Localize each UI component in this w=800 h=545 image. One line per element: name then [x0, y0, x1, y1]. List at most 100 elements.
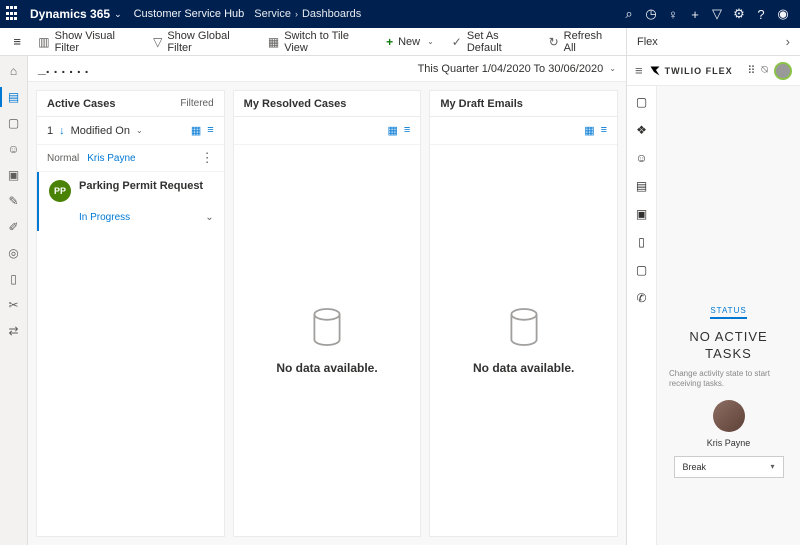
chevron-down-icon: ⌄ [609, 64, 616, 73]
expand-chevron-icon[interactable]: › [786, 34, 790, 49]
nav-image-icon[interactable]: ▣ [634, 206, 650, 222]
nav-stats-icon[interactable]: ▤ [634, 178, 650, 194]
set-default-button[interactable]: ✓ Set As Default [444, 30, 539, 54]
view-grid-icon[interactable]: ▦ [584, 124, 594, 137]
nav-clipboard-icon[interactable]: ▢ [5, 114, 23, 132]
breadcrumb-service[interactable]: Service [254, 8, 291, 20]
view-grid-icon[interactable]: ▦ [388, 124, 398, 137]
hamburger-icon[interactable]: ≡ [635, 63, 643, 78]
lightbulb-icon[interactable]: ♀ [662, 3, 684, 25]
hamburger-icon[interactable]: ≡ [6, 30, 28, 54]
agent-avatar [713, 400, 745, 432]
nav-edit-icon[interactable]: ✐ [5, 218, 23, 236]
nav-graph-icon[interactable]: ✎ [5, 192, 23, 210]
resolved-cases-sub: ▦ ≡ [234, 117, 421, 145]
nav-book-icon[interactable]: ▯ [5, 270, 23, 288]
search-icon[interactable]: ⌕ [618, 3, 640, 25]
help-icon[interactable]: ? [750, 3, 772, 25]
mic-icon[interactable]: ⍉ [761, 64, 768, 77]
check-icon: ✓ [452, 35, 462, 49]
view-list-icon[interactable]: ≡ [404, 124, 410, 137]
no-tasks-heading: NO ACTIVE TASKS [665, 329, 792, 363]
owner-link[interactable]: Kris Payne [87, 153, 135, 164]
view-list-icon[interactable]: ≡ [601, 124, 607, 137]
twilio-body: ▢ ❖ ☺ ▤ ▣ ▯ ▢ ✆ STATUS NO ACTIVE TASKS C… [627, 86, 800, 545]
settings-gear-icon[interactable]: ⚙ [728, 3, 750, 25]
resolved-cases-header: My Resolved Cases [234, 91, 421, 117]
active-cases-sort: 1 ↓ Modified On ⌄ ▦ ≡ [37, 117, 224, 145]
view-grid-icon[interactable]: ▦ [191, 124, 201, 137]
dialpad-icon[interactable]: ⠿ [747, 64, 755, 77]
tile-icon: ▦ [268, 35, 279, 49]
nav-note-icon[interactable]: ▢ [634, 262, 650, 278]
default-label: Set As Default [467, 30, 531, 54]
activity-state-select[interactable]: Break ▾ [674, 456, 784, 478]
nav-switch-icon[interactable]: ⇄ [5, 322, 23, 340]
brand-chevron-icon[interactable]: ⌄ [114, 9, 122, 20]
global-header: Dynamics 365 ⌄ Customer Service Hub Serv… [0, 0, 800, 28]
user-icon[interactable]: ◉ [772, 3, 794, 25]
add-icon[interactable]: + [684, 3, 706, 25]
nav-contact-icon[interactable]: ☺ [5, 140, 23, 158]
twilio-logo: TWILIO FLEX [649, 65, 733, 77]
col-title: Active Cases [47, 98, 116, 110]
nav-bookmark-icon[interactable]: ▣ [5, 166, 23, 184]
date-range-bar[interactable]: This Quarter 1/04/2020 To 30/06/2020 ⌄ [28, 56, 626, 82]
case-item[interactable]: PP Parking Permit Request [37, 172, 224, 206]
col-title: My Resolved Cases [244, 98, 347, 110]
empty-state: No data available. [430, 145, 617, 536]
empty-text: No data available. [473, 361, 574, 375]
chevron-down-icon[interactable]: ⌄ [205, 212, 213, 223]
switch-tile-button[interactable]: ▦Switch to Tile View [260, 30, 376, 54]
show-visual-filter-button[interactable]: ▥Show Visual Filter [30, 30, 143, 54]
empty-text: No data available. [276, 361, 377, 375]
refresh-button[interactable]: ↻Refresh All [541, 30, 620, 54]
database-icon [506, 307, 542, 347]
filtered-badge[interactable]: Filtered [180, 98, 213, 109]
nav-tools-icon[interactable]: ✂ [5, 296, 23, 314]
main-area: ⌂ ▤ ▢ ☺ ▣ ✎ ✐ ◎ ▯ ✂ ⇄ _. . . . . . This … [0, 56, 800, 545]
nav-home-icon[interactable]: ⌂ [5, 62, 23, 80]
chevron-down-icon[interactable]: ⌄ [136, 126, 143, 135]
case-meta-row: Normal Kris Payne ⋮ [37, 145, 224, 172]
show-global-filter-button[interactable]: ▽ Show Global Filter [145, 30, 258, 54]
more-icon[interactable]: ⋮ [201, 150, 214, 166]
nav-globe-icon[interactable]: ◎ [5, 244, 23, 262]
new-button[interactable]: +New⌄ [378, 30, 442, 54]
case-badge: PP [49, 180, 71, 202]
user-avatar[interactable] [774, 62, 792, 80]
draft-emails-column: My Draft Emails ▦ ≡ No data available. [429, 90, 618, 537]
priority-label: Normal [47, 153, 79, 164]
nav-doc-icon[interactable]: ▯ [634, 234, 650, 250]
nav-dashboard-icon[interactable]: ▤ [5, 88, 23, 106]
page-title-partial: _. . . . . . [38, 60, 89, 76]
empty-state: No data available. [234, 145, 421, 536]
filter-icon[interactable]: ▽ [706, 3, 728, 25]
case-title: Parking Permit Request [79, 180, 203, 192]
flex-header-label: Flex [637, 36, 658, 48]
twilio-bar: ≡ TWILIO FLEX ⠿ ⍉ [627, 56, 800, 86]
refresh-icon: ↻ [549, 35, 559, 49]
view-list-icon[interactable]: ≡ [207, 124, 213, 137]
global-filter-label: Show Global Filter [167, 30, 250, 54]
nav-people-icon[interactable]: ☺ [634, 150, 650, 166]
nav-tray-icon[interactable]: ▢ [634, 94, 650, 110]
nav-phone-icon[interactable]: ✆ [634, 290, 650, 306]
sort-field[interactable]: Modified On [71, 125, 130, 137]
chevron-right-icon: › [295, 9, 298, 19]
app-launcher-icon[interactable] [6, 6, 22, 22]
twilio-brand-label: TWILIO FLEX [665, 66, 733, 76]
funnel-icon: ▽ [153, 35, 162, 49]
task-icon[interactable]: ◷ [640, 3, 662, 25]
left-nav: ⌂ ▤ ▢ ☺ ▣ ✎ ✐ ◎ ▯ ✂ ⇄ [0, 56, 28, 545]
hub-name[interactable]: Customer Service Hub [134, 8, 245, 20]
twilio-flex-pane: ≡ TWILIO FLEX ⠿ ⍉ ▢ ❖ ☺ ▤ ▣ ▯ ▢ ✆ [626, 56, 800, 545]
breadcrumb-dashboards[interactable]: Dashboards [302, 8, 361, 20]
sort-arrow-icon[interactable]: ↓ [59, 125, 65, 137]
status-tab[interactable]: STATUS [710, 306, 746, 319]
plus-icon: + [386, 35, 393, 49]
nav-layers-icon[interactable]: ❖ [634, 122, 650, 138]
dashboard-columns: Active Cases Filtered 1 ↓ Modified On ⌄ … [28, 82, 626, 545]
new-label: New [398, 36, 420, 48]
command-row: ≡ ▥Show Visual Filter ▽ Show Global Filte… [0, 28, 800, 56]
